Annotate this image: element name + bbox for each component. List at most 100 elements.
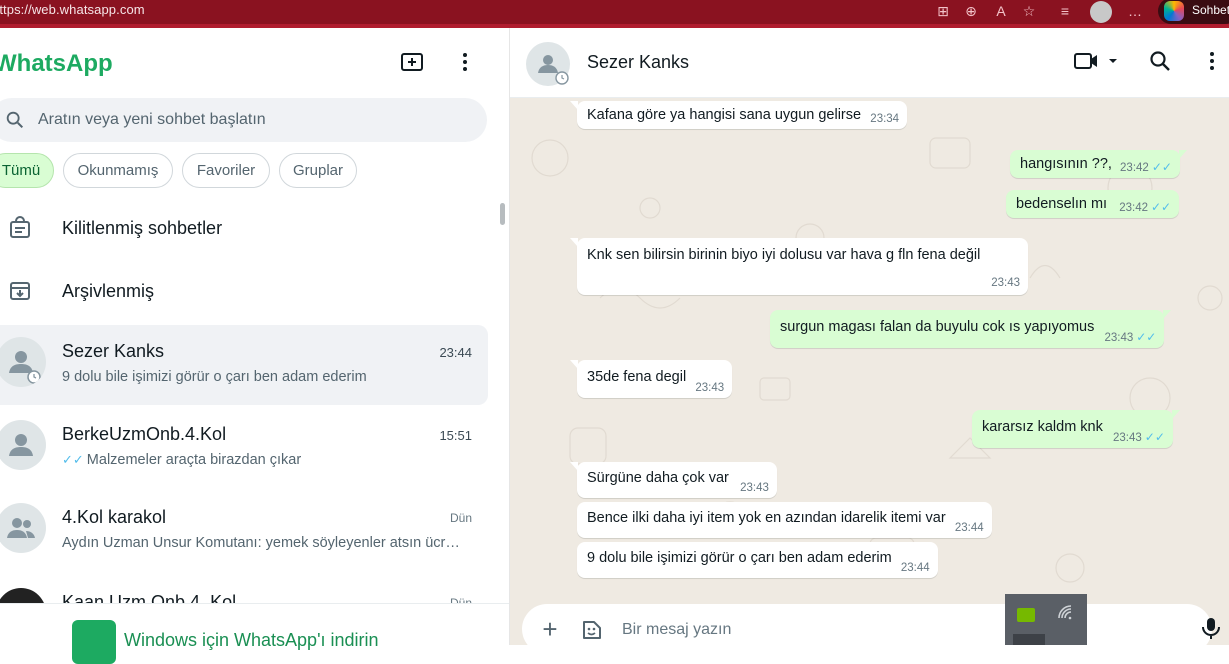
double-check-icon: ✓✓ <box>62 452 84 467</box>
chat-item[interactable]: Kaan Uzm.Onb.4. Kol Dün <box>0 576 488 606</box>
chat-name: BerkeUzmOnb.4.Kol <box>62 424 227 444</box>
message-time: 23:44 <box>900 562 930 574</box>
avatar <box>0 337 46 387</box>
chat-menu-icon[interactable] <box>1198 49 1226 77</box>
lock-chat-icon <box>8 216 32 240</box>
message-text: Kafana göre ya hangisi sana uygun gelirs… <box>587 107 862 123</box>
message-bubble-incoming[interactable]: Kafana göre ya hangisi sana uygun gelirs… <box>569 101 908 129</box>
search-box[interactable] <box>0 98 487 142</box>
favorite-star-icon[interactable]: ☆ <box>1020 2 1038 20</box>
message-time: 23:44 <box>954 522 984 534</box>
video-call-icon[interactable] <box>1070 49 1120 77</box>
message-bubble-incoming[interactable]: 9 dolu bile işimizi görür o çarı ben ada… <box>577 542 938 578</box>
archive-icon <box>8 279 32 303</box>
chat-list-pane: WhatsApp Tümü Okunmamış Favoriler Grupla… <box>0 28 510 664</box>
split-screen-icon[interactable]: ⊞ <box>934 2 952 20</box>
chat-item[interactable]: 4.Kol karakol Dün Aydın Uzman Unsur Komu… <box>0 491 488 571</box>
message-text: Knk sen bilirsin birinin biyo iyi dolusu… <box>587 247 981 263</box>
chat-preview: Aydın Uzman Unsur Komutanı: yemek söyley… <box>62 535 460 551</box>
message-bubble-incoming[interactable]: 35de fena degil 23:43 <box>569 360 733 398</box>
contact-name: Sezer Kanks <box>587 52 690 72</box>
profile-avatar[interactable] <box>1090 1 1112 23</box>
download-label[interactable]: Windows için WhatsApp'ı indirin <box>124 630 379 651</box>
address-bar[interactable]: https://web.whatsapp.com <box>0 2 145 17</box>
copilot-button[interactable]: Sohbet <box>1158 0 1229 24</box>
tray-strip <box>1013 634 1045 645</box>
conversation-pane: Sezer Kanks Kafana göre ya hangisi sana … <box>510 28 1229 654</box>
message-bubble-incoming[interactable]: Bence ilki daha iyi item yok en azından … <box>577 502 992 538</box>
wifi-icon[interactable] <box>1057 604 1075 622</box>
filter-unread[interactable]: Okunmamış <box>63 153 173 188</box>
chat-preview-text: Malzemeler araçta birazdan çıkar <box>86 452 302 468</box>
message-bubble-outgoing[interactable]: bedenselın mı 23:42 ✓✓ <box>1006 190 1180 218</box>
filter-groups[interactable]: Gruplar <box>279 153 357 188</box>
chat-time: 15:51 <box>439 428 472 443</box>
message-text: hangısının ??, <box>1020 156 1112 172</box>
search-icon <box>4 109 26 131</box>
archived-row[interactable]: Arşivlenmiş <box>0 263 500 319</box>
message-time: 23:43 <box>740 482 769 494</box>
avatar <box>0 420 46 470</box>
message-bubble-incoming[interactable]: Knk sen bilirsin birinin biyo iyi dolusu… <box>570 238 1028 295</box>
message-time: 23:43 <box>1104 332 1134 344</box>
read-aloud-icon[interactable]: A <box>992 2 1010 20</box>
microphone-icon[interactable] <box>1200 616 1222 640</box>
download-banner[interactable]: Windows için WhatsApp'ı indirin <box>0 603 509 664</box>
more-options-icon[interactable]: … <box>1126 2 1144 20</box>
message-time: 23:43 <box>1112 432 1142 444</box>
chat-item[interactable]: BerkeUzmOnb.4.Kol 15:51 ✓✓ Malzemeler ara… <box>0 408 488 488</box>
sticker-icon[interactable] <box>580 618 604 642</box>
double-check-icon: ✓✓ <box>1144 430 1165 444</box>
new-chat-icon[interactable] <box>398 50 426 78</box>
message-area: Kafana göre ya hangisi sana uygun gelirs… <box>510 98 1229 600</box>
chat-preview: 9 dolu bile işimizi görür o çarı ben ada… <box>62 369 367 385</box>
attach-plus-icon[interactable]: + <box>538 616 562 642</box>
chat-item[interactable]: Sezer Kanks 23:44 9 dolu bile işimizi gö… <box>0 325 488 405</box>
group-avatar <box>0 503 46 553</box>
message-text: kararsız kaldm knk <box>982 419 1103 435</box>
composer-bar: + <box>510 600 1229 654</box>
zoom-icon[interactable]: ⊕ <box>962 2 980 20</box>
message-text: Sürgüne daha çok var <box>587 470 729 486</box>
search-input[interactable] <box>38 108 458 132</box>
chat-name: 4.Kol karakol <box>62 507 167 527</box>
message-box[interactable]: + <box>522 604 1212 654</box>
message-time: 23:34 <box>870 113 900 125</box>
favorites-list-icon[interactable]: ≡ <box>1056 2 1074 20</box>
whatsapp-logo-icon <box>72 620 116 664</box>
nvidia-icon[interactable] <box>1017 608 1035 622</box>
filter-favorites[interactable]: Favoriler <box>182 153 270 188</box>
message-time: 23:43 <box>695 382 725 394</box>
scrollbar-thumb[interactable] <box>500 203 505 225</box>
message-text: surgun magası falan da buyulu cok ıs yap… <box>780 319 1095 335</box>
app-title: WhatsApp <box>0 50 113 77</box>
message-text: Bence ilki daha iyi item yok en azından … <box>587 510 946 526</box>
message-time: 23:42 <box>1120 162 1149 174</box>
copilot-icon <box>1164 1 1184 21</box>
browser-toolbar: https://web.whatsapp.com ⊞ ⊕ A ☆ ≡ … Soh… <box>0 0 1229 24</box>
message-time: 23:43 <box>991 277 1020 289</box>
message-bubble-outgoing[interactable]: kararsız kaldm knk 23:43 ✓✓ <box>972 410 1180 448</box>
message-bubble-outgoing[interactable]: surgun magası falan da buyulu cok ıs yap… <box>770 310 1172 348</box>
message-text: 35de fena degil <box>587 369 687 385</box>
message-bubble-incoming[interactable]: Sürgüne daha çok var 23:43 <box>570 462 777 498</box>
chat-name: Sezer Kanks <box>62 341 165 361</box>
double-check-icon: ✓✓ <box>1150 200 1172 214</box>
locked-chats-row[interactable]: Kilitlenmiş sohbetler <box>0 200 500 256</box>
message-text: bedenselın mı <box>1016 196 1108 212</box>
copilot-label: Sohbet <box>1192 3 1229 17</box>
archived-label: Arşivlenmiş <box>62 281 155 301</box>
message-time: 23:42 <box>1119 202 1148 214</box>
conversation-header[interactable]: Sezer Kanks <box>510 28 1229 98</box>
menu-icon[interactable] <box>451 50 479 78</box>
chat-preview: ✓✓ Malzemeler araçta birazdan çıkar <box>62 452 472 468</box>
message-input[interactable] <box>622 618 982 642</box>
search-chat-icon[interactable] <box>1146 49 1174 77</box>
double-check-icon: ✓✓ <box>1136 330 1157 344</box>
filter-all[interactable]: Tümü <box>0 153 54 188</box>
chat-time: Dün <box>449 511 472 525</box>
message-bubble-outgoing[interactable]: hangısının ??, 23:42 ✓✓ <box>1010 150 1187 178</box>
system-tray-popup[interactable] <box>1005 594 1087 645</box>
chat-time: 23:44 <box>439 345 472 360</box>
contact-avatar[interactable] <box>526 42 570 86</box>
